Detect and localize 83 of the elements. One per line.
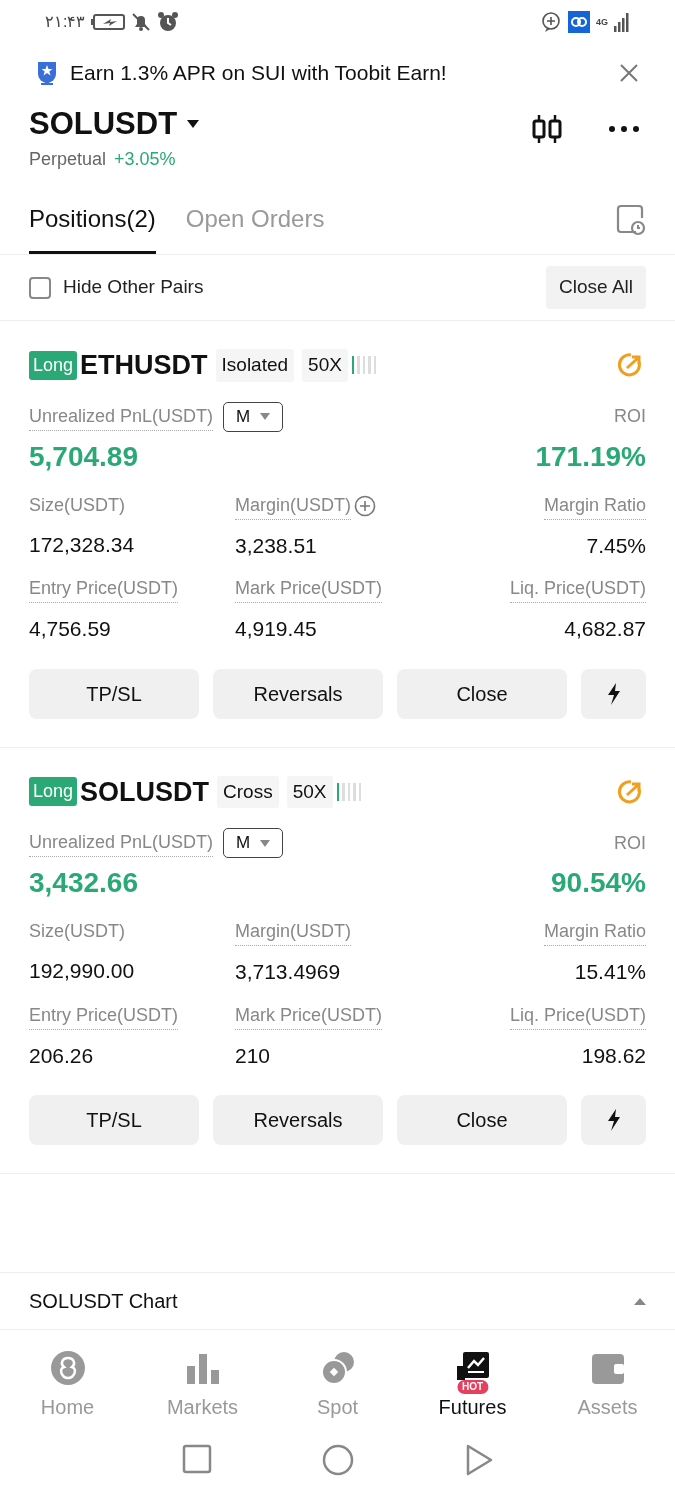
field-label: Unrealized PnL(USDT) xyxy=(29,402,214,431)
field-value: 15.41% xyxy=(574,959,646,985)
tab[interactable]: Positions(2) xyxy=(29,201,156,254)
leverage: 50X xyxy=(286,775,333,808)
nav-item[interactable]: HOT Futures xyxy=(422,1350,523,1422)
order-history-icon[interactable] xyxy=(616,204,646,236)
roi-value: 90.54% xyxy=(551,866,646,900)
caret-icon xyxy=(260,413,271,420)
app-logo-icon xyxy=(568,11,590,33)
margin-mode: Cross xyxy=(217,775,279,808)
mode-dropdown[interactable]: M xyxy=(223,401,284,432)
promo-banner-text[interactable]: Earn 1.3% APR on SUI with Toobit Earn! xyxy=(70,57,607,89)
field-label: Size(USDT) xyxy=(29,493,125,517)
field-label: Margin Ratio xyxy=(543,491,646,520)
field-value: 4,756.59 xyxy=(29,616,111,642)
close-all-button[interactable]: Close All xyxy=(546,266,646,309)
field-label: ROI xyxy=(614,831,646,855)
caret-icon xyxy=(187,120,200,128)
add-circle-icon[interactable] xyxy=(354,494,376,517)
action-button[interactable]: Close xyxy=(397,1095,567,1145)
home-circle-icon[interactable] xyxy=(321,1444,354,1476)
field-value: 4,919.45 xyxy=(235,616,317,642)
field-value: 210 xyxy=(235,1042,271,1069)
quick-close-button[interactable] xyxy=(581,1095,646,1145)
margin-mode: Isolated xyxy=(215,349,295,382)
home-icon xyxy=(49,1350,86,1386)
field-value: 3,713.4969 xyxy=(235,959,341,985)
action-button[interactable]: Reversals xyxy=(213,668,383,719)
roi-value: 171.19% xyxy=(535,439,646,474)
field-label: Mark Price(USDT) xyxy=(235,1001,382,1030)
side-tag: Long xyxy=(29,777,78,807)
symbol-selector[interactable]: SOLUSDT xyxy=(29,106,200,142)
field-label: Entry Price(USDT) xyxy=(29,575,178,603)
mode-dropdown[interactable]: M xyxy=(223,828,284,858)
field-value: 3,238.51 xyxy=(235,532,317,559)
field-label: Liq. Price(USDT) xyxy=(509,575,646,603)
chart-bar-label: SOLUSDT Chart xyxy=(29,1289,178,1314)
clock-time: ۲۱:۴۳ xyxy=(45,12,86,32)
side-tag: Long xyxy=(29,350,78,380)
battery-icon xyxy=(91,13,126,31)
field-value: 7.45% xyxy=(586,532,646,559)
field-label: Mark Price(USDT) xyxy=(235,575,382,603)
field-label: Unrealized PnL(USDT) xyxy=(29,829,214,857)
action-button[interactable]: TP/SL xyxy=(29,668,199,719)
action-button[interactable]: TP/SL xyxy=(29,1095,199,1145)
quick-close-button[interactable] xyxy=(581,668,646,719)
lightning-icon xyxy=(606,682,621,705)
chart-bar[interactable]: SOLUSDT Chart xyxy=(0,1272,675,1330)
field-label: Margin(USDT) xyxy=(235,491,351,520)
position-symbol: SOLUSDT xyxy=(80,775,210,809)
field-label: Size(USDT) xyxy=(29,920,125,943)
pnl-value: 5,704.89 xyxy=(29,439,138,474)
field-value: 206.26 xyxy=(29,1042,94,1069)
alarm-clock-icon xyxy=(157,11,180,33)
field-label: Margin(USDT) xyxy=(235,918,351,946)
field-value: 198.62 xyxy=(581,1042,646,1069)
recent-apps-icon[interactable] xyxy=(181,1444,212,1474)
close-icon[interactable] xyxy=(619,63,639,83)
field-label: Liq. Price(USDT) xyxy=(509,1001,646,1030)
medal-icon xyxy=(36,60,58,86)
signal-icon xyxy=(614,12,630,32)
add-location-icon xyxy=(540,11,562,33)
action-button[interactable]: Close xyxy=(397,668,567,719)
expand-caret-icon xyxy=(634,1297,646,1305)
field-label: Margin Ratio xyxy=(543,918,646,946)
field-label: Entry Price(USDT) xyxy=(29,1001,178,1030)
network-label: 4G xyxy=(596,17,608,27)
hot-badge: HOT xyxy=(456,1380,489,1394)
contract-type: Perpetual xyxy=(29,148,107,171)
caret-icon xyxy=(260,839,271,847)
field-value: 172,328.34 xyxy=(29,531,135,558)
lightning-icon xyxy=(606,1109,621,1131)
pnl-value: 3,432.66 xyxy=(29,866,138,900)
field-value: 192,990.00 xyxy=(29,958,135,984)
field-label: ROI xyxy=(614,405,646,428)
leverage: 50X xyxy=(302,349,348,382)
position-symbol: ETHUSDT xyxy=(80,349,208,382)
action-button[interactable]: Reversals xyxy=(213,1095,383,1145)
field-value: 4,682.87 xyxy=(564,616,646,642)
price-change: +3.05% xyxy=(114,148,176,171)
candlestick-icon[interactable] xyxy=(530,114,564,144)
hide-other-pairs-checkbox[interactable]: Hide Other Pairs xyxy=(29,273,204,302)
bell-off-icon xyxy=(131,12,152,32)
